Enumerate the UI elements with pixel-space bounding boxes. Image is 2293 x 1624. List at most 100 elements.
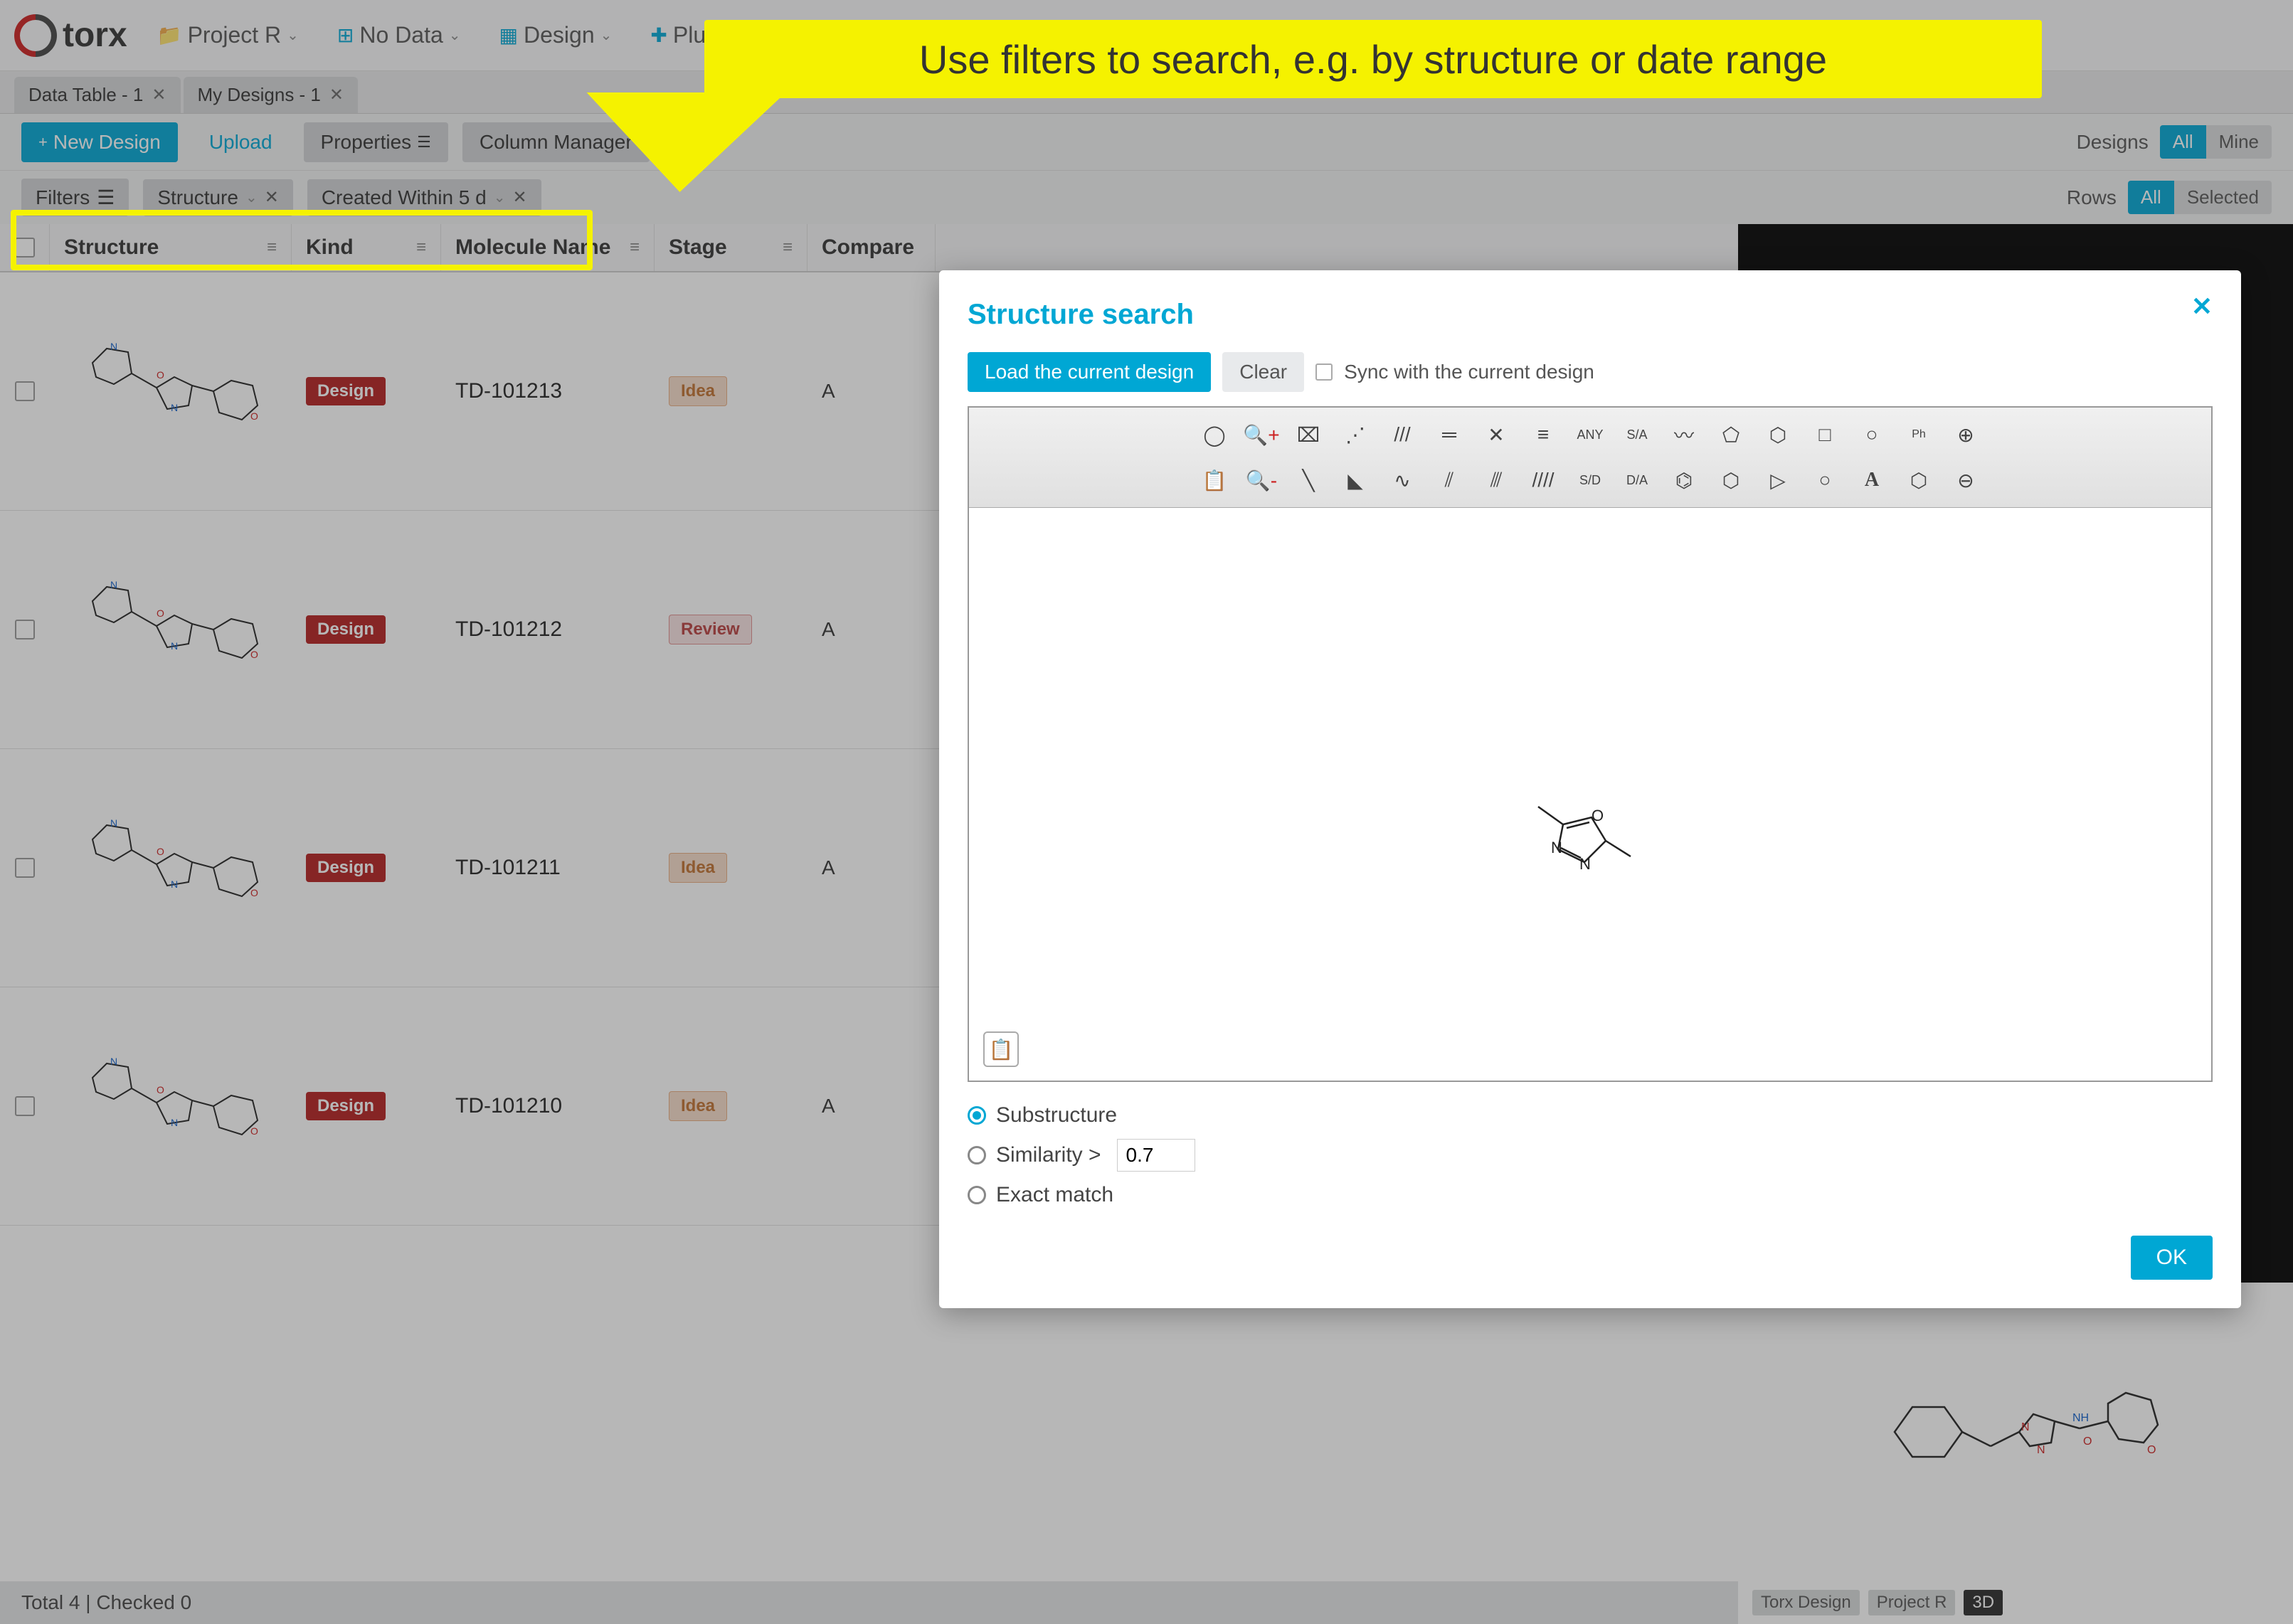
circle2-icon[interactable]: ○ [1803,459,1847,501]
column-menu-icon[interactable]: ≡ [630,238,640,258]
row-checkbox[interactable] [15,381,35,401]
double-bond2-icon[interactable]: ⫽ [1427,459,1471,501]
row-checkbox[interactable] [15,1096,35,1116]
remove-filter-icon[interactable]: ✕ [512,187,526,208]
ph-template-icon[interactable]: Ph [1897,413,1941,456]
nav-project-label: Project R [188,22,282,48]
benzene-icon[interactable]: ⌬ [1662,459,1706,501]
wedge-bond-icon[interactable]: ◣ [1333,459,1377,501]
svg-text:N: N [1551,839,1562,856]
sketcher-toolbar-row: 📋 🔍- ╲ ◣ ∿ ⫽ ⫻ //// S/D D/A ⌬ ⬡ ▷ ○ A ⬡ … [978,459,2203,501]
ok-button[interactable]: OK [2131,1236,2213,1280]
td-stage: Idea [655,749,807,987]
quad-bond-icon[interactable]: //// [1521,459,1565,501]
stage-badge: Review [669,615,752,644]
th-stage[interactable]: Stage≡ [655,224,807,271]
viewer-tab-project[interactable]: Project R [1868,1590,1956,1615]
nav-design[interactable]: ▦ Design ⌄ [491,16,621,54]
dotted-bond-icon[interactable]: ⋰ [1333,413,1377,456]
tab-data-table[interactable]: Data Table - 1 ✕ [14,77,181,113]
viewer-tab-3d[interactable]: 3D [1964,1590,2003,1615]
properties-button[interactable]: Properties ☰ [304,122,448,162]
nav-data[interactable]: ⊞ No Data ⌄ [329,16,470,54]
logo: torx [14,14,127,57]
rows-all-pill[interactable]: All [2128,181,2174,214]
similarity-input[interactable] [1117,1139,1195,1172]
modal-footer: OK [968,1236,2213,1280]
clipboard-icon[interactable]: 📋 [983,1031,1019,1067]
crossed-bond-icon[interactable]: ✕ [1474,413,1518,456]
da-bond-icon[interactable]: D/A [1615,459,1659,501]
exact-match-radio-row[interactable]: Exact match [968,1183,2213,1207]
single-bond-icon[interactable]: ╲ [1286,459,1330,501]
modal-close-button[interactable]: ✕ [2191,292,2213,322]
rows-selected-pill[interactable]: Selected [2174,181,2272,214]
pentagon-icon[interactable]: ⬠ [1709,413,1753,456]
triple-bond-icon[interactable]: ≡ [1521,413,1565,456]
svg-text:O: O [250,1125,258,1137]
designs-all-pill[interactable]: All [2160,125,2206,159]
wavy-bond-icon[interactable]: ∿ [1380,459,1424,501]
hexagon-icon[interactable]: ⬡ [1756,413,1800,456]
circle-icon[interactable]: ○ [1850,413,1894,456]
stage-badge: Idea [669,853,727,883]
any-atom-icon[interactable]: ANY [1568,413,1612,456]
svg-text:N: N [2021,1421,2030,1433]
load-current-design-button[interactable]: Load the current design [968,352,1211,392]
hash-bond-icon[interactable]: /// [1380,413,1424,456]
eraser-icon[interactable]: ⌧ [1286,413,1330,456]
sd-bond-icon[interactable]: S/D [1568,459,1612,501]
chain-tool-icon[interactable]: 〰 [1662,413,1706,456]
rows-label: Rows [2067,186,2117,209]
td-checkbox [0,272,50,510]
substructure-radio[interactable] [968,1106,986,1125]
row-checkbox[interactable] [15,858,35,878]
column-menu-icon[interactable]: ≡ [783,238,793,258]
sa-bond-icon[interactable]: S/A [1615,413,1659,456]
double-bond-icon[interactable]: ═ [1427,413,1471,456]
new-design-button[interactable]: + New Design [21,122,178,162]
zoom-out-icon[interactable]: 🔍- [1239,459,1283,501]
svg-text:N: N [2037,1444,2045,1456]
kind-badge: Design [306,615,386,644]
layout-icon: ▦ [499,23,518,47]
clear-button[interactable]: Clear [1222,352,1304,392]
td-compare: A [807,987,936,1225]
molecule-structure-icon: N N NH O O [1866,1354,2165,1510]
nav-project[interactable]: 📁 Project R ⌄ [149,16,307,54]
upload-button[interactable]: Upload [192,122,290,162]
similarity-radio[interactable] [968,1146,986,1164]
hexagon2-icon[interactable]: ⬡ [1709,459,1753,501]
square-icon[interactable]: □ [1803,413,1847,456]
triangle-icon[interactable]: ▷ [1756,459,1800,501]
similarity-radio-row[interactable]: Similarity > [968,1139,2213,1172]
svg-text:O: O [157,846,164,857]
td-stage: Review [655,511,807,748]
callout-text: Use filters to search, e.g. by structure… [919,36,1827,83]
sync-checkbox[interactable] [1315,363,1333,381]
svg-text:O: O [250,649,258,660]
designs-mine-pill[interactable]: Mine [2206,125,2272,159]
substructure-radio-row[interactable]: Substructure [968,1103,2213,1127]
close-icon[interactable]: ✕ [152,85,166,105]
viewer-bottom-panel: N N NH O O Torx Design Project R 3D [1738,1283,2293,1624]
viewer-tab-torx[interactable]: Torx Design [1752,1590,1860,1615]
exact-match-radio[interactable] [968,1186,986,1204]
row-checkbox[interactable] [15,620,35,639]
charge-plus-icon[interactable]: ⊕ [1944,413,1988,456]
text-tool-icon[interactable]: A [1850,459,1894,501]
close-icon[interactable]: ✕ [329,85,344,105]
triple-bond2-icon[interactable]: ⫻ [1474,459,1518,501]
th-compare[interactable]: Compare [807,224,936,271]
zoom-in-icon[interactable]: 🔍+ [1239,413,1283,456]
tab-my-designs[interactable]: My Designs - 1 ✕ [184,77,359,113]
lasso-tool-icon[interactable]: ◯ [1192,413,1236,456]
svg-text:N: N [110,817,117,829]
paste-icon[interactable]: 📋 [1192,459,1236,501]
remove-filter-icon[interactable]: ✕ [265,187,279,208]
charge-minus-icon[interactable]: ⊖ [1944,459,1988,501]
nav-design-label: Design [524,22,595,48]
sketcher-canvas[interactable]: O N N 📋 [969,508,2211,1081]
template-icon[interactable]: ⬡ [1897,459,1941,501]
chevron-down-icon: ⌄ [245,189,258,206]
